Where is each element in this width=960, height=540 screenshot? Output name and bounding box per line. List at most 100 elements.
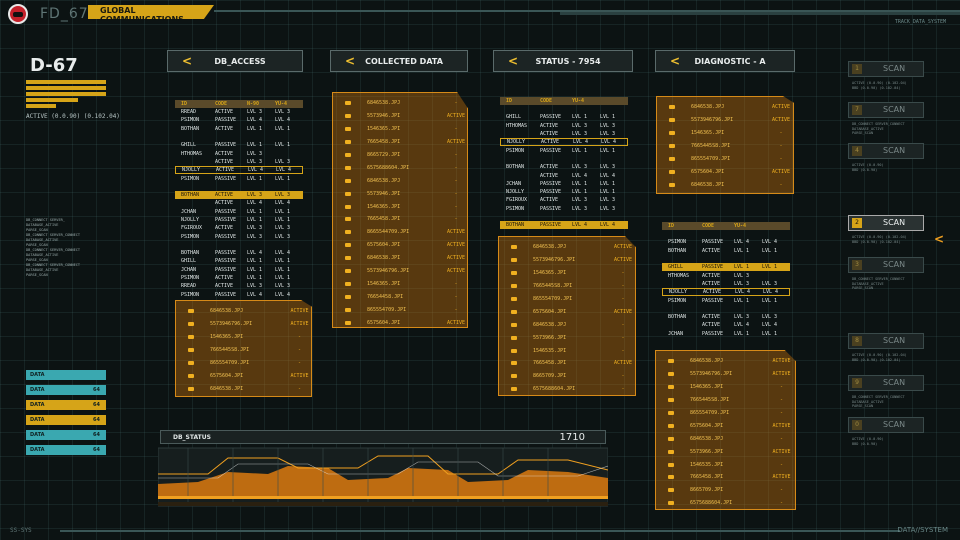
file-row[interactable]: 1546365.JPI - — [333, 200, 467, 213]
scan-button-7[interactable]: 7 SCAN — [848, 102, 924, 118]
file-row[interactable]: 6575688604.JPI - — [656, 497, 795, 510]
table-row[interactable]: BOTHAN PASSIVE LVL 4 LVL 4 — [500, 221, 628, 230]
file-row[interactable]: 6846538.JPI - — [657, 178, 793, 191]
file-row[interactable]: 8665544709.JPI ACTIVE — [333, 226, 467, 239]
table-row[interactable]: PSIMON PASSIVE LVL 1 LVL 1 — [175, 174, 303, 182]
header-db-access[interactable]: < DB_ACCESS — [167, 50, 303, 72]
file-row[interactable]: 7665445S8.JPI - — [176, 344, 311, 357]
file-row[interactable]: 6846538.JPJ - — [333, 174, 467, 187]
file-row[interactable]: 6846538.JPJ ACTIVE — [657, 101, 793, 114]
file-row[interactable]: 8665729.JPI - — [333, 149, 467, 162]
file-row[interactable]: 6575604.JPI ACTIVE — [176, 369, 311, 382]
data-tag[interactable]: DATA 64 — [26, 415, 106, 425]
file-row[interactable]: 865554709.JPI - — [176, 357, 311, 370]
file-row[interactable]: 1546365.JPI - — [333, 123, 467, 136]
file-row[interactable]: 5573946796.JPI ACTIVE — [656, 368, 795, 381]
table-row[interactable]: BOTHAN ACTIVE LVL 3 LVL 3 — [175, 190, 303, 200]
table-row[interactable]: PSIMON PASSIVE LVL 4 LVL 4 — [662, 238, 790, 246]
file-row[interactable]: 7665458.JPI ACTIVE — [333, 136, 467, 149]
file-row[interactable]: 6575688604.JPI - — [499, 383, 635, 396]
header-diagnostic[interactable]: < DIAGNOSTIC - A — [655, 50, 795, 72]
file-row[interactable]: 6846538.JPJ ACTIVE — [656, 355, 795, 368]
file-row[interactable]: 865554709.JPI - — [656, 407, 795, 420]
scan-button-9[interactable]: 9 SCAN — [848, 375, 924, 391]
scan-button-4[interactable]: 4 SCAN — [848, 143, 924, 159]
file-row[interactable]: 6846538.JPJ - — [499, 318, 635, 331]
table-row[interactable] — [175, 183, 303, 191]
table-row[interactable]: NJOLLY ACTIVE LVL 4 LVL 4 — [662, 288, 790, 297]
table-row[interactable]: RREAD ACTIVE LVL 3 LVL 3 — [175, 108, 303, 116]
file-row[interactable]: 6575604.JPI ACTIVE — [656, 419, 795, 432]
file-row[interactable]: 7665458.JPI ACTIVE — [499, 357, 635, 370]
table-row[interactable]: JCHAN PASSIVE LVL 1 LVL 1 — [175, 266, 303, 274]
scan-button-1[interactable]: 1 SCAN — [848, 61, 924, 77]
table-row[interactable]: GHILL PASSIVE LVL 1 LVL 1 — [662, 263, 790, 272]
table-row[interactable] — [175, 133, 303, 141]
file-row[interactable]: 6846538.JPI - — [176, 382, 311, 395]
table-row[interactable]: PSIMON PASSIVE LVL 3 LVL 3 — [175, 232, 303, 240]
data-tag[interactable]: DATA 64 — [26, 430, 106, 440]
scan-button-3[interactable]: 3 SCAN — [848, 257, 924, 273]
file-row[interactable]: 5573966.JPI ACTIVE — [656, 445, 795, 458]
file-row[interactable]: 6846538.JPJ ACTIVE — [176, 305, 311, 318]
table-row[interactable]: PSIMON PASSIVE LVL 4 LVL 4 — [175, 116, 303, 124]
table-row[interactable]: BOTHAN ACTIVE LVL 3 LVL 3 — [662, 313, 790, 321]
file-row[interactable]: 1546535.JPI - — [656, 458, 795, 471]
file-row[interactable]: 1546365.JPI - — [333, 277, 467, 290]
header-collected-data[interactable]: < COLLECTED DATA — [330, 50, 468, 72]
file-row[interactable]: 6846538.JPI ACTIVE — [333, 252, 467, 265]
table-row[interactable] — [662, 255, 790, 263]
file-row[interactable]: 6575604.JPI ACTIVE — [333, 316, 467, 328]
file-row[interactable]: 5573966.JPI - — [499, 331, 635, 344]
table-row[interactable]: HTHOMAS ACTIVE LVL 3 LVL 3 — [500, 122, 628, 130]
file-row[interactable]: 7665445S8.JPI - — [499, 280, 635, 293]
table-row[interactable]: FGIROUX ACTIVE LVL 3 LVL 3 — [500, 196, 628, 204]
file-row[interactable]: 7665445S8.JPI - — [656, 394, 795, 407]
file-row[interactable]: 1546365.JPI - — [499, 267, 635, 280]
table-row[interactable]: GHILL PASSIVE LVL 1 LVL 1 — [500, 113, 628, 121]
file-row[interactable]: 1546365.JPI - — [176, 331, 311, 344]
file-row[interactable]: 865554709.JPI - — [657, 153, 793, 166]
file-row[interactable]: 7665458.JPI - — [333, 213, 467, 226]
table-row[interactable]: NJOLLY ACTIVE LVL 4 LVL 4 — [500, 138, 628, 147]
data-tag[interactable]: DATA 64 — [26, 400, 106, 410]
table-row[interactable]: NJOLLY PASSIVE LVL 1 LVL 1 — [500, 188, 628, 196]
file-row[interactable]: 6575604.JPI ACTIVE — [333, 239, 467, 252]
table-row[interactable] — [500, 155, 628, 163]
scan-button-2[interactable]: 2 SCAN — [848, 215, 924, 231]
table-row[interactable]: NJOLLY PASSIVE LVL 1 LVL 1 — [175, 216, 303, 224]
table-row[interactable]: PSIMON PASSIVE LVL 4 LVL 4 — [175, 291, 303, 299]
table-row[interactable]: HTHOMAS ACTIVE LVL 3 — [175, 149, 303, 157]
file-row[interactable]: 8665709.JPI - — [656, 484, 795, 497]
table-row[interactable]: RREAD ACTIVE LVL 3 LVL 3 — [175, 282, 303, 290]
table-row[interactable]: ACTIVE LVL 4 LVL 4 — [500, 171, 628, 179]
scan-button-8[interactable]: 8 SCAN — [848, 333, 924, 349]
table-row[interactable]: FGIROUX ACTIVE LVL 3 LVL 3 — [175, 224, 303, 232]
table-row[interactable] — [175, 241, 303, 249]
file-row[interactable]: 5573946796.JPI ACTIVE — [176, 318, 311, 331]
file-row[interactable]: 6575604.JPI ACTIVE — [499, 305, 635, 318]
table-row[interactable] — [662, 305, 790, 313]
header-status[interactable]: < STATUS - 7954 — [493, 50, 633, 72]
data-tag[interactable]: DATA — [26, 370, 106, 380]
table-row[interactable] — [662, 230, 790, 238]
table-row[interactable] — [500, 213, 628, 221]
table-row[interactable]: BOTHAN ACTIVE LVL 1 LVL 1 — [175, 125, 303, 133]
table-row[interactable]: JCHAN PASSIVE LVL 1 LVL 1 — [662, 330, 790, 338]
file-row[interactable]: 7665445S8.JPI - — [657, 140, 793, 153]
file-row[interactable]: 8665709.JPI - — [499, 370, 635, 383]
table-row[interactable]: PSIMON PASSIVE LVL 1 LVL 1 — [662, 296, 790, 304]
file-row[interactable]: 6846538.JPJ ACTIVE — [499, 241, 635, 254]
table-row[interactable]: ACTIVE LVL 3 LVL 3 — [175, 158, 303, 166]
file-row[interactable]: 5573946796.JPI ACTIVE — [499, 254, 635, 267]
file-row[interactable]: 7665458.JPI ACTIVE — [656, 471, 795, 484]
table-row[interactable] — [500, 105, 628, 113]
table-row[interactable]: ACTIVE LVL 4 LVL 4 — [175, 199, 303, 207]
table-row[interactable]: PSIMON PASSIVE LVL 1 LVL 1 — [500, 146, 628, 154]
file-row[interactable]: 865554709.JPI - — [333, 303, 467, 316]
table-row[interactable]: ACTIVE LVL 3 LVL 3 — [662, 280, 790, 288]
file-row[interactable]: 5573946.JPI ACTIVE — [333, 110, 467, 123]
file-row[interactable]: 6575688604.JPI - — [333, 161, 467, 174]
file-row[interactable]: 6846538.JPJ - — [333, 97, 467, 110]
table-row[interactable]: ACTIVE LVL 4 LVL 4 — [662, 321, 790, 329]
